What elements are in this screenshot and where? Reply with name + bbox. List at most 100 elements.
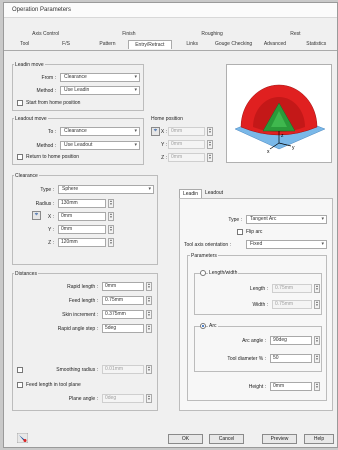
tab-links[interactable]: Links — [172, 40, 213, 49]
plane-angle-spinner[interactable]: ▲ ▼ — [146, 394, 152, 403]
tab-finish[interactable]: Finish — [87, 30, 170, 39]
home-z-label: Z : — [161, 155, 167, 161]
leadin-from-combo[interactable]: Clearance ▾ — [60, 73, 140, 82]
plane-angle-field[interactable]: 0deg — [102, 394, 144, 403]
tool-diameter-spinner[interactable]: ▲ ▼ — [314, 354, 320, 363]
chevron-down-icon: ▾ — [148, 186, 151, 192]
tab-leadout[interactable]: Leadout — [202, 189, 226, 198]
preview-3d-panel: x y z — [226, 64, 332, 163]
start-home-label: Start from home position — [26, 100, 81, 106]
start-home-checkbox[interactable] — [17, 100, 23, 106]
clearance-x-spinner[interactable]: ▲ ▼ — [108, 212, 114, 221]
rapid-angle-step-label: Rapid angle step : — [57, 326, 98, 332]
rapid-length-spinner[interactable]: ▲ ▼ — [146, 282, 152, 291]
smoothing-radius-label: Smoothing radius : — [56, 367, 98, 373]
tab-roughing[interactable]: Roughing — [171, 30, 254, 39]
smoothing-checkbox[interactable] — [17, 367, 23, 373]
window-title: Operation Parameters — [12, 7, 72, 13]
lead-length-field[interactable]: 0.75mm — [272, 284, 312, 293]
tool-axis-orientation-value: Fixed — [250, 241, 263, 247]
lead-height-spinner[interactable]: ▲ ▼ — [314, 382, 320, 391]
help-button[interactable]: Help — [304, 434, 334, 444]
lead-length-label: Length : — [249, 286, 268, 292]
tab-entry-retract[interactable]: Entry/Retract — [128, 40, 172, 49]
smoothing-radius-spinner[interactable]: ▲ ▼ — [146, 365, 152, 374]
plane-angle-label: Plane angle : — [68, 396, 98, 402]
parameters-title: Parameters — [190, 253, 218, 259]
rapid-length-field[interactable]: 0mm — [102, 282, 144, 291]
lead-type-combo[interactable]: Tangent Arc ▾ — [246, 215, 327, 224]
chevron-down-icon: ▾ — [134, 142, 137, 148]
home-position-title: Home position — [151, 116, 183, 122]
leadin-from-value: Clearance — [64, 74, 87, 80]
tab-fs[interactable]: F/S — [45, 40, 86, 49]
cancel-button[interactable]: Cancel — [209, 434, 244, 444]
arc-angle-spinner[interactable]: ▲ ▼ — [314, 336, 320, 345]
return-home-checkbox[interactable] — [17, 154, 23, 160]
tab-axis-control[interactable]: Axis Control — [4, 30, 87, 39]
chevron-down-icon: ▾ — [134, 74, 137, 80]
leadout-to-label: To : — [47, 129, 56, 135]
flip-arc-checkbox[interactable] — [237, 229, 243, 235]
leadin-method-combo[interactable]: Use Leadin ▾ — [60, 86, 140, 95]
feed-length-spinner[interactable]: ▲ ▼ — [146, 296, 152, 305]
smoothing-radius-field[interactable]: 0.01mm — [102, 365, 144, 374]
length-width-radio[interactable] — [200, 270, 206, 276]
tool-diameter-label: Tool diameter % : — [227, 356, 266, 362]
return-home-label: Return to home position — [26, 154, 80, 160]
rapid-angle-step-field[interactable]: 5deg — [102, 324, 144, 333]
tool-diameter-field[interactable]: 50 — [270, 354, 312, 363]
rapid-angle-step-spinner[interactable]: ▲ ▼ — [146, 324, 152, 333]
tab-rest[interactable]: Rest — [254, 30, 337, 39]
distances-title: Distances — [14, 271, 38, 277]
feed-plane-checkbox[interactable] — [17, 382, 23, 388]
lead-height-label: Height : — [248, 384, 266, 390]
clearance-sphere-graphic: x y z — [234, 84, 326, 155]
ok-button[interactable]: OK — [168, 434, 203, 444]
clearance-z-field[interactable]: 120mm — [58, 238, 106, 247]
clearance-type-combo[interactable]: Sphere ▾ — [58, 185, 154, 194]
preview-button[interactable]: Preview — [262, 434, 297, 444]
home-x-spinner[interactable]: ▲ ▼ — [207, 127, 213, 136]
clearance-radius-spinner[interactable]: ▲ ▼ — [108, 199, 114, 208]
leadout-to-combo[interactable]: Clearance ▾ — [60, 127, 140, 136]
lead-height-field[interactable]: 0mm — [270, 382, 312, 391]
clearance-y-field[interactable]: 0mm — [58, 225, 106, 234]
clearance-radius-field[interactable]: 130mm — [58, 199, 106, 208]
skin-increment-field[interactable]: 0.375mm — [102, 310, 144, 319]
clearance-z-label: Z : — [48, 240, 54, 246]
tab-divider — [4, 50, 337, 51]
home-z-field[interactable]: 0mm — [168, 153, 205, 162]
arc-radio[interactable] — [200, 323, 206, 329]
arc-angle-field[interactable]: 90deg — [270, 336, 312, 345]
clearance-pick-icon[interactable]: ⌖ — [32, 211, 41, 220]
arc-group — [194, 326, 322, 372]
app-icon[interactable] — [16, 432, 29, 444]
rapid-length-label: Rapid length : — [67, 284, 98, 290]
x-axis-label: x — [267, 149, 270, 155]
leadout-method-combo[interactable]: Use Leadout ▾ — [60, 141, 140, 150]
chevron-down-icon: ▾ — [321, 241, 324, 247]
title-bar: Operation Parameters — [4, 3, 337, 18]
home-z-spinner[interactable]: ▲ ▼ — [207, 153, 213, 162]
length-width-label: Length/width — [208, 270, 239, 276]
skin-increment-label: Skin increment : — [62, 312, 98, 318]
tool-axis-orientation-combo[interactable]: Fixed ▾ — [246, 240, 327, 249]
lead-width-spinner[interactable]: ▲ ▼ — [314, 300, 320, 309]
tab-gouge-checking[interactable]: Gouge Checking — [213, 40, 254, 49]
tab-advanced[interactable]: Advanced — [254, 40, 295, 49]
leadin-method-value: Use Leadin — [64, 87, 90, 93]
clearance-x-field[interactable]: 0mm — [58, 212, 106, 221]
clearance-z-spinner[interactable]: ▲ ▼ — [108, 238, 114, 247]
feed-length-field[interactable]: 0.75mm — [102, 296, 144, 305]
home-y-field[interactable]: 0mm — [168, 140, 205, 149]
tab-pattern[interactable]: Pattern — [87, 40, 128, 49]
home-x-field[interactable]: 0mm — [168, 127, 205, 136]
lead-length-spinner[interactable]: ▲ ▼ — [314, 284, 320, 293]
clearance-y-spinner[interactable]: ▲ ▼ — [108, 225, 114, 234]
skin-increment-spinner[interactable]: ▲ ▼ — [146, 310, 152, 319]
lead-width-field[interactable]: 0.75mm — [272, 300, 312, 309]
tab-statistics[interactable]: Statistics — [296, 40, 337, 49]
tab-tool[interactable]: Tool — [4, 40, 45, 49]
home-y-spinner[interactable]: ▲ ▼ — [207, 140, 213, 149]
